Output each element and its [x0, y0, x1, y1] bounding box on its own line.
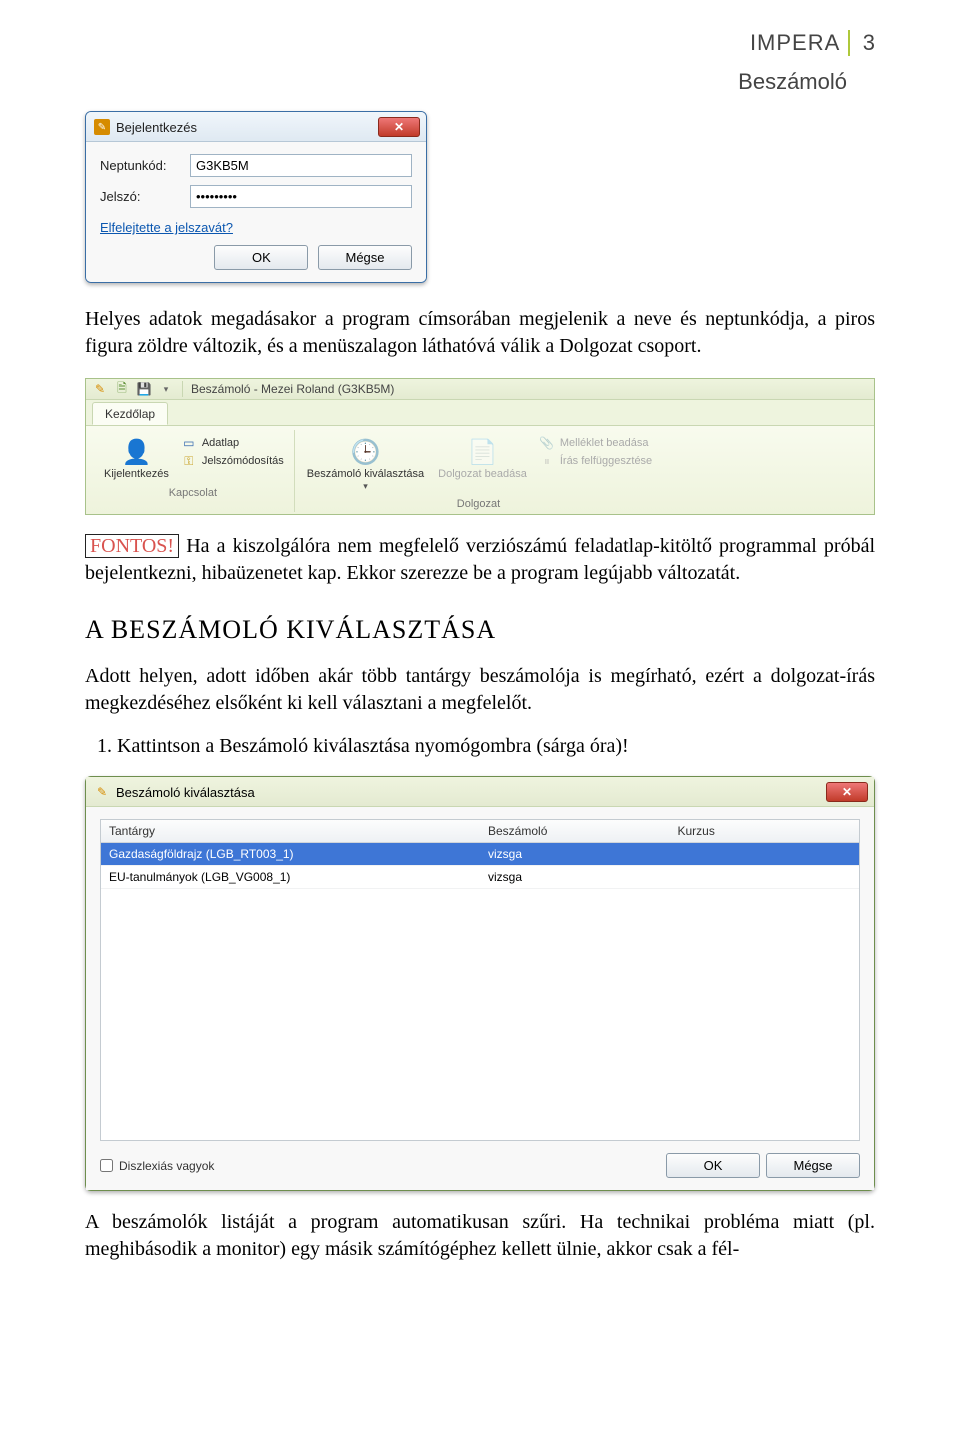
steps-list: Kattintson a Beszámoló kiválasztása nyom… — [85, 735, 875, 758]
password-label: Jelszó: — [100, 189, 190, 204]
col-kurzus[interactable]: Kurzus — [670, 820, 860, 842]
col-tantargy[interactable]: Tantárgy — [101, 820, 480, 842]
selection-list: Tantárgy Beszámoló Kurzus Gazdaságföldra… — [100, 819, 860, 1141]
login-dialog: ✎ Bejelentkezés ✕ Neptunkód: Jelszó: Elf… — [85, 111, 427, 283]
selection-title: Beszámoló kiválasztása — [116, 785, 826, 800]
login-titlebar: ✎ Bejelentkezés ✕ — [86, 112, 426, 142]
tab-kezdolap[interactable]: Kezdőlap — [92, 402, 168, 425]
page-number: 3 — [855, 30, 875, 56]
password-input[interactable] — [190, 185, 412, 208]
melleklet-beadasa-button[interactable]: 📎 Melléklet beadása — [539, 434, 652, 452]
adatlap-button[interactable]: ▭ Adatlap — [181, 434, 284, 452]
card-icon: ▭ — [181, 435, 197, 451]
dolgozat-beadasa-button[interactable]: 📄 Dolgozat beadása — [436, 434, 529, 483]
attachment-icon: 📎 — [539, 435, 555, 451]
chevron-down-icon[interactable]: ▾ — [158, 381, 174, 397]
fontos-badge: FONTOS! — [85, 534, 179, 558]
chevron-down-icon: ▾ — [363, 481, 368, 492]
section-title: A BESZÁMOLÓ KIVÁLASZTÁSA — [85, 615, 875, 645]
pause-icon: ⏸ — [539, 453, 555, 469]
pencil-icon[interactable]: ✎ — [92, 381, 108, 397]
dyslexia-checkbox[interactable]: Diszlexiás vagyok — [100, 1159, 214, 1173]
group-kapcsolat: 👤 Kijelentkezés ▭ Adatlap ⚿ Jelszómódosí… — [92, 430, 295, 512]
brand-label: IMPERA — [750, 30, 850, 56]
ribbon: ✎ 🗎 💾 ▾ Beszámoló - Mezei Roland (G3KB5M… — [85, 378, 875, 515]
page-header: IMPERA 3 — [85, 0, 875, 71]
group-dolgozat: 🕒 Beszámoló kiválasztása ▾ 📄 Dolgozat be… — [295, 430, 662, 512]
login-title: Bejelentkezés — [116, 120, 378, 135]
new-icon[interactable]: 🗎 — [114, 381, 130, 397]
step-1: Kattintson a Beszámoló kiválasztása nyom… — [117, 735, 875, 758]
quick-access-toolbar: ✎ 🗎 💾 ▾ — [92, 381, 174, 397]
clock-icon: 🕒 — [349, 436, 381, 468]
iras-felfuggesztese-button[interactable]: ⏸ Írás felfüggesztése — [539, 452, 652, 470]
table-header: Tantárgy Beszámoló Kurzus — [101, 820, 859, 843]
selection-dialog: ✎ Beszámoló kiválasztása ✕ Tantárgy Besz… — [85, 776, 875, 1191]
neptun-input[interactable] — [190, 154, 412, 177]
ok-button[interactable]: OK — [214, 245, 308, 270]
paragraph-3: Adott helyen, adott időben akár több tan… — [85, 663, 875, 717]
close-button[interactable]: ✕ — [378, 117, 420, 137]
table-row[interactable]: Gazdaságföldrajz (LGB_RT003_1) vizsga — [101, 843, 859, 866]
cancel-button[interactable]: Mégse — [766, 1153, 860, 1178]
key-icon: ⚿ — [181, 453, 197, 469]
document-icon: 📄 — [467, 436, 499, 468]
pencil-icon: ✎ — [94, 784, 110, 800]
page-subtitle: Beszámoló — [85, 69, 875, 95]
close-button[interactable]: ✕ — [826, 782, 868, 802]
app-title: Beszámoló - Mezei Roland (G3KB5M) — [191, 382, 394, 396]
beszamolo-kivalasztasa-button[interactable]: 🕒 Beszámoló kiválasztása ▾ — [305, 434, 426, 494]
jelszomodositas-button[interactable]: ⚿ Jelszómódosítás — [181, 452, 284, 470]
pencil-icon: ✎ — [94, 119, 110, 135]
selection-titlebar: ✎ Beszámoló kiválasztása ✕ — [86, 777, 874, 807]
paragraph-1: Helyes adatok megadásakor a program címs… — [85, 306, 875, 360]
forgot-password-link[interactable]: Elfelejtette a jelszavát? — [100, 220, 233, 235]
neptun-label: Neptunkód: — [100, 158, 190, 173]
logout-button[interactable]: 👤 Kijelentkezés — [102, 434, 171, 483]
table-row[interactable]: EU-tanulmányok (LGB_VG008_1) vizsga — [101, 866, 859, 889]
col-beszamolo[interactable]: Beszámoló — [480, 820, 670, 842]
paragraph-2: FONTOS! Ha a kiszolgálóra nem megfelelő … — [85, 533, 875, 587]
save-icon[interactable]: 💾 — [136, 381, 152, 397]
cancel-button[interactable]: Mégse — [318, 245, 412, 270]
paragraph-4: A beszámolók listáját a program automati… — [85, 1209, 875, 1263]
ok-button[interactable]: OK — [666, 1153, 760, 1178]
user-icon: 👤 — [120, 436, 152, 468]
